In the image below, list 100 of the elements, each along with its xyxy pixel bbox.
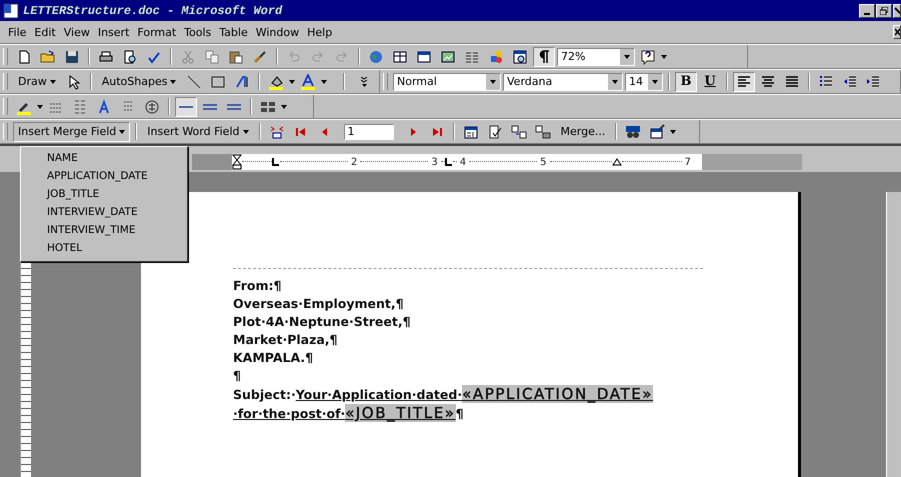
draw-menu-button[interactable]: Draw bbox=[13, 72, 61, 92]
menu-item[interactable]: Edit bbox=[30, 24, 60, 40]
caret-icon bbox=[490, 80, 496, 84]
toolbar-options-icon[interactable] bbox=[281, 104, 287, 108]
font-dropdown[interactable]: Verdana bbox=[503, 72, 623, 90]
minimize-button[interactable] bbox=[859, 4, 875, 18]
caret-icon[interactable] bbox=[289, 80, 296, 84]
close-icon bbox=[894, 6, 900, 14]
menu-item[interactable]: File bbox=[4, 24, 30, 40]
right-indent-marker-icon[interactable] bbox=[612, 158, 622, 166]
font-size-dropdown[interactable]: 14 bbox=[625, 72, 663, 90]
caret-icon bbox=[624, 54, 630, 58]
merge-field-menu-item[interactable]: APPLICATION_DATE bbox=[21, 168, 187, 186]
table-icon bbox=[392, 48, 408, 64]
merge-field-menu-item[interactable]: JOB_TITLE bbox=[21, 186, 187, 204]
autoshapes-menu-button[interactable]: AutoShapes bbox=[96, 72, 182, 92]
close-button[interactable] bbox=[893, 4, 901, 18]
merge-to-printer-icon bbox=[534, 124, 550, 140]
bold-button[interactable]: B bbox=[675, 72, 697, 92]
shapes-icon bbox=[488, 48, 504, 64]
merge-field-menu-item[interactable]: INTERVIEW_DATE bbox=[21, 204, 187, 222]
menu-item[interactable]: Format bbox=[133, 24, 180, 40]
print-preview-icon bbox=[122, 48, 138, 64]
document-paragraph: Overseas·Employment,¶ bbox=[233, 295, 405, 313]
tab-stop-icon[interactable] bbox=[444, 158, 453, 166]
window-title: LETTERStructure.doc - Microsoft Word bbox=[23, 4, 282, 18]
paint-bucket-icon bbox=[268, 74, 284, 90]
menu-item[interactable]: View bbox=[60, 24, 94, 40]
document-paragraph: KAMPALA.¶ bbox=[233, 349, 314, 367]
restore-icon bbox=[880, 6, 888, 14]
merge-field-menu-item[interactable]: HOTEL bbox=[21, 240, 187, 258]
insert-word-field-button[interactable]: Insert Word Field bbox=[142, 122, 254, 142]
ruler-number: 7 bbox=[684, 156, 692, 168]
ruler-number: 3 bbox=[430, 156, 439, 168]
ruler-number: 2 bbox=[350, 156, 358, 168]
indent-marker-icon[interactable] bbox=[232, 154, 242, 170]
stylized-letter-icon bbox=[96, 98, 112, 114]
caret-icon[interactable] bbox=[321, 80, 328, 84]
paintbrush-icon bbox=[252, 48, 268, 64]
minimize-icon bbox=[864, 12, 870, 14]
document-paragraph: Subject:·Your·Application·dated·«APPLICATION_DATE» ·for·the·post·of·«JOB_TITLE»¶ bbox=[233, 385, 654, 423]
help-icon bbox=[640, 48, 656, 64]
close-document-button[interactable] bbox=[893, 25, 901, 39]
merge-field-menu-item[interactable]: NAME bbox=[21, 150, 187, 168]
more-buttons-icon[interactable] bbox=[361, 76, 368, 86]
menu-item[interactable]: Window bbox=[252, 24, 304, 40]
scissors-icon bbox=[180, 48, 196, 64]
menu-item[interactable]: Table bbox=[215, 24, 252, 40]
ruler-number: 5 bbox=[539, 156, 548, 168]
document-map-icon bbox=[512, 48, 528, 64]
menu-item[interactable]: Help bbox=[303, 24, 336, 40]
justify-icon bbox=[785, 76, 799, 88]
folder-icon bbox=[40, 48, 56, 64]
menu-item[interactable]: Insert bbox=[94, 24, 134, 40]
text-box-icon bbox=[234, 74, 250, 90]
vertical-scrollbar[interactable] bbox=[886, 192, 901, 477]
document-icon bbox=[3, 2, 19, 18]
align-center-icon bbox=[761, 76, 775, 88]
zoom-dropdown[interactable]: 72% bbox=[557, 48, 635, 66]
last-record-icon bbox=[430, 126, 442, 138]
paste-icon bbox=[228, 48, 244, 64]
enclosed-character-icon bbox=[144, 98, 160, 114]
align-left-button[interactable] bbox=[733, 72, 755, 92]
globe-icon bbox=[368, 48, 384, 64]
caret-icon bbox=[170, 80, 176, 84]
caret-icon bbox=[612, 80, 618, 84]
line-icon bbox=[186, 74, 202, 90]
maximize-button[interactable] bbox=[876, 4, 892, 18]
document-paragraph: Plot·4A·Neptune·Street,¶ bbox=[233, 313, 412, 331]
toolbar-options-icon[interactable] bbox=[670, 130, 676, 134]
align-left-icon bbox=[737, 76, 751, 88]
underline-button[interactable]: U bbox=[699, 72, 721, 92]
single-line-button[interactable] bbox=[175, 96, 197, 116]
caret-icon bbox=[242, 130, 248, 134]
window-icon bbox=[416, 48, 432, 64]
decrease-indent-icon bbox=[843, 76, 857, 88]
copy-icon bbox=[204, 48, 220, 64]
caret-icon[interactable] bbox=[37, 104, 43, 108]
caret-icon bbox=[119, 130, 126, 134]
menu-item[interactable]: Tools bbox=[180, 24, 216, 40]
rectangle-icon bbox=[210, 74, 226, 90]
document-paragraph: ¶ bbox=[233, 367, 242, 385]
caret-icon bbox=[652, 80, 658, 84]
printer-icon bbox=[98, 48, 114, 64]
letter-icon bbox=[300, 74, 316, 90]
style-dropdown[interactable]: Normal bbox=[393, 72, 501, 90]
record-number-field[interactable]: 1 bbox=[344, 124, 394, 140]
toolbar-options-icon[interactable] bbox=[661, 54, 667, 58]
document-paragraph: From:¶ bbox=[233, 277, 282, 295]
merge-button[interactable]: Merge... bbox=[556, 122, 610, 142]
pilcrow-icon bbox=[538, 50, 550, 64]
check-document-icon bbox=[486, 124, 502, 140]
insert-merge-field-button[interactable]: Insert Merge Field bbox=[13, 122, 130, 142]
merge-to-document-icon bbox=[510, 124, 526, 140]
tab-stop-icon[interactable] bbox=[272, 158, 280, 166]
show-hide-marks-button[interactable] bbox=[533, 46, 555, 66]
bulleted-list-icon bbox=[819, 76, 833, 88]
first-record-icon bbox=[294, 126, 306, 138]
close-icon bbox=[894, 28, 900, 36]
merge-field-menu-item[interactable]: INTERVIEW_TIME bbox=[21, 222, 187, 240]
